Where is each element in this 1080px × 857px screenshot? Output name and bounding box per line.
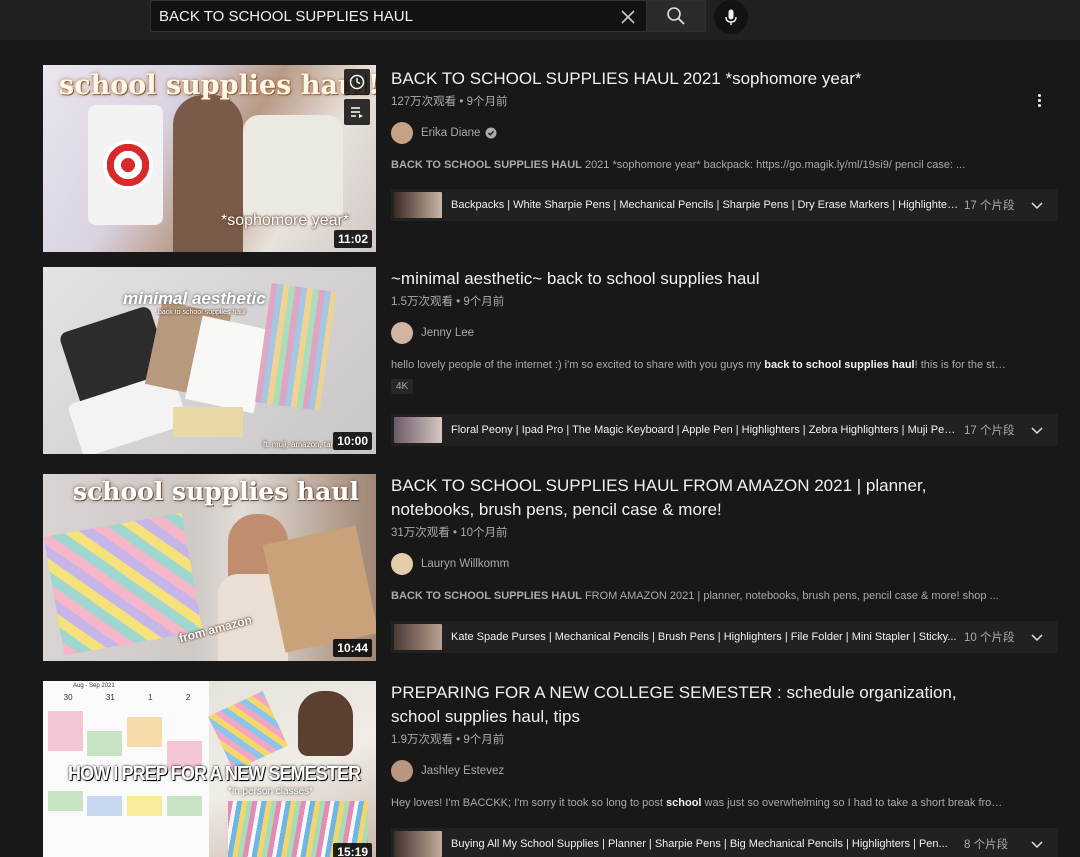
description-highlight: BACK TO SCHOOL SUPPLIES HAUL xyxy=(391,590,582,602)
chapters-bar[interactable]: Buying All My School Supplies | Planner … xyxy=(391,828,1058,857)
channel-avatar[interactable] xyxy=(391,553,413,575)
chapter-thumbnail xyxy=(394,624,442,650)
chapter-count: 10 个片段 xyxy=(964,632,1015,644)
thumbnail-subtitle-text: back to school supplies haul xyxy=(158,309,246,316)
video-description: Hey loves! I'm BACCKK; I'm sorry it took… xyxy=(391,797,1011,809)
calendar-day: 1 xyxy=(148,693,153,702)
channel-link[interactable]: Jenny Lee xyxy=(391,321,1058,345)
video-meta: 1.9万次观看 • 9个月前 xyxy=(391,734,505,746)
search-input[interactable]: BACK TO SCHOOL SUPPLIES HAUL xyxy=(150,0,647,32)
chapters-bar[interactable]: Floral Peony | Ipad Pro | The Magic Keyb… xyxy=(391,414,1058,446)
channel-name[interactable]: Erika Diane xyxy=(421,127,480,139)
video-thumbnail[interactable]: minimal aesthetic back to school supplie… xyxy=(43,267,376,454)
channel-link[interactable]: Jashley Estevez xyxy=(391,759,1058,783)
chevron-down-icon[interactable] xyxy=(1030,837,1044,851)
top-bar: BACK TO SCHOOL SUPPLIES HAUL xyxy=(0,0,1080,40)
channel-link[interactable]: Erika Diane xyxy=(391,121,1058,145)
chapter-count: 17 个片段 xyxy=(964,200,1015,212)
add-to-queue-icon xyxy=(351,107,363,118)
channel-name[interactable]: Jenny Lee xyxy=(421,327,474,339)
video-description: BACK TO SCHOOL SUPPLIES HAUL FROM AMAZON… xyxy=(391,590,1011,602)
video-duration: 15:19 xyxy=(333,843,372,857)
video-duration: 10:00 xyxy=(333,432,372,450)
chevron-down-icon[interactable] xyxy=(1030,198,1044,212)
calendar-day: 30 xyxy=(63,693,73,702)
video-meta: 31万次观看 • 10个月前 xyxy=(391,527,508,539)
description-highlight: BACK TO SCHOOL SUPPLIES HAUL xyxy=(391,159,582,171)
video-duration: 11:02 xyxy=(333,230,372,248)
chevron-down-icon[interactable] xyxy=(1030,423,1044,437)
thumbnail-title-text: school supplies haul xyxy=(73,477,359,506)
video-meta: 1.5万次观看 • 9个月前 xyxy=(391,296,505,308)
voice-search-button[interactable] xyxy=(714,0,748,34)
search-query[interactable]: BACK TO SCHOOL SUPPLIES HAUL xyxy=(159,8,413,25)
video-duration: 10:44 xyxy=(333,639,372,657)
video-info: PREPARING FOR A NEW COLLEGE SEMESTER : s… xyxy=(391,681,1058,857)
watch-later-button[interactable] xyxy=(344,69,370,95)
description-text: was just so overwhelming so I had to tak… xyxy=(701,797,1011,809)
chapter-list: Buying All My School Supplies | Planner … xyxy=(451,838,948,850)
more-vert-icon xyxy=(1037,98,1041,102)
description-text: Hey loves! I'm BACCKK; I'm sorry it took… xyxy=(391,797,667,809)
channel-name[interactable]: Jashley Estevez xyxy=(421,765,504,777)
channel-link[interactable]: Lauryn Willkomm xyxy=(391,552,1058,576)
chapters-bar[interactable]: Kate Spade Purses | Mechanical Pencils |… xyxy=(391,621,1058,653)
chapter-list: Floral Peony | Ipad Pro | The Magic Keyb… xyxy=(451,424,959,436)
calendar-day: 2 xyxy=(185,693,191,702)
video-title[interactable]: BACK TO SCHOOL SUPPLIES HAUL 2021 *sopho… xyxy=(391,67,991,91)
description-text: 2021 *sophomore year* backpack: https://… xyxy=(581,159,966,171)
video-title[interactable]: ~minimal aesthetic~ back to school suppl… xyxy=(391,267,991,291)
mic-icon xyxy=(725,9,737,25)
video-info: BACK TO SCHOOL SUPPLIES HAUL FROM AMAZON… xyxy=(391,474,1058,653)
description-highlight: school xyxy=(666,797,702,809)
watch-later-icon xyxy=(349,74,365,90)
description-text: ! this is for the students ... xyxy=(914,359,1011,371)
search-icon xyxy=(667,7,685,25)
video-thumbnail[interactable]: school supplies haul! *sophomore year* 1… xyxy=(43,65,376,252)
chapter-thumbnail xyxy=(394,192,442,218)
video-thumbnail[interactable]: school supplies haul from amazon 10:44 xyxy=(43,474,376,661)
channel-avatar[interactable] xyxy=(391,122,413,144)
chapter-thumbnail xyxy=(394,831,442,857)
thumbnail-title-text: school supplies haul! xyxy=(59,70,376,101)
description-text: FROM AMAZON 2021 | planner, notebooks, b… xyxy=(581,590,999,602)
thumbnail-title-text: minimal aesthetic xyxy=(123,289,266,308)
more-vert-icon xyxy=(1037,103,1041,107)
video-info: ~minimal aesthetic~ back to school suppl… xyxy=(391,267,1058,446)
chapters-bar[interactable]: Backpacks | White Sharpie Pens | Mechani… xyxy=(391,189,1058,221)
channel-name[interactable]: Lauryn Willkomm xyxy=(421,558,509,570)
clear-icon xyxy=(621,10,635,24)
chapter-list: Backpacks | White Sharpie Pens | Mechani… xyxy=(451,199,959,211)
more-vert-icon xyxy=(1037,93,1041,97)
quality-badge: 4K xyxy=(391,379,414,394)
more-actions-button[interactable] xyxy=(1030,89,1048,111)
add-to-queue-button[interactable] xyxy=(344,99,370,125)
video-description: BACK TO SCHOOL SUPPLIES HAUL 2021 *sopho… xyxy=(391,159,1011,171)
video-title[interactable]: BACK TO SCHOOL SUPPLIES HAUL FROM AMAZON… xyxy=(391,474,991,522)
video-meta: 127万次观看 • 9个月前 xyxy=(391,96,508,108)
chapter-list: Kate Spade Purses | Mechanical Pencils |… xyxy=(451,631,957,643)
video-info: BACK TO SCHOOL SUPPLIES HAUL 2021 *sopho… xyxy=(391,65,1058,221)
chapter-thumbnail xyxy=(394,417,442,443)
video-thumbnail[interactable]: Aug - Sep 2021 30 31 1 2 HOW I PREP FOR … xyxy=(43,681,376,857)
thumbnail-title-text: HOW I PREP FOR A NEW SEMESTER xyxy=(68,763,361,785)
search-button[interactable] xyxy=(647,0,706,32)
thumbnail-subtitle-text: *in person classes* xyxy=(228,786,314,797)
verified-icon xyxy=(485,127,497,139)
calendar-days: 30 31 1 2 xyxy=(47,693,207,702)
clear-search-button[interactable] xyxy=(618,7,638,27)
chapter-count: 17 个片段 xyxy=(964,425,1015,437)
calendar-day: 31 xyxy=(105,693,115,702)
description-text: hello lovely people of the internet :) i… xyxy=(391,359,765,371)
video-description: hello lovely people of the internet :) i… xyxy=(391,359,1011,371)
chevron-down-icon[interactable] xyxy=(1030,630,1044,644)
channel-avatar[interactable] xyxy=(391,322,413,344)
channel-avatar[interactable] xyxy=(391,760,413,782)
video-title[interactable]: PREPARING FOR A NEW COLLEGE SEMESTER : s… xyxy=(391,681,991,729)
chapter-count: 8 个片段 xyxy=(964,839,1009,851)
description-highlight: back to school supplies haul xyxy=(764,359,915,371)
calendar-header: Aug - Sep 2021 xyxy=(73,683,115,689)
thumbnail-subtitle-text: *sophomore year* xyxy=(221,212,350,229)
